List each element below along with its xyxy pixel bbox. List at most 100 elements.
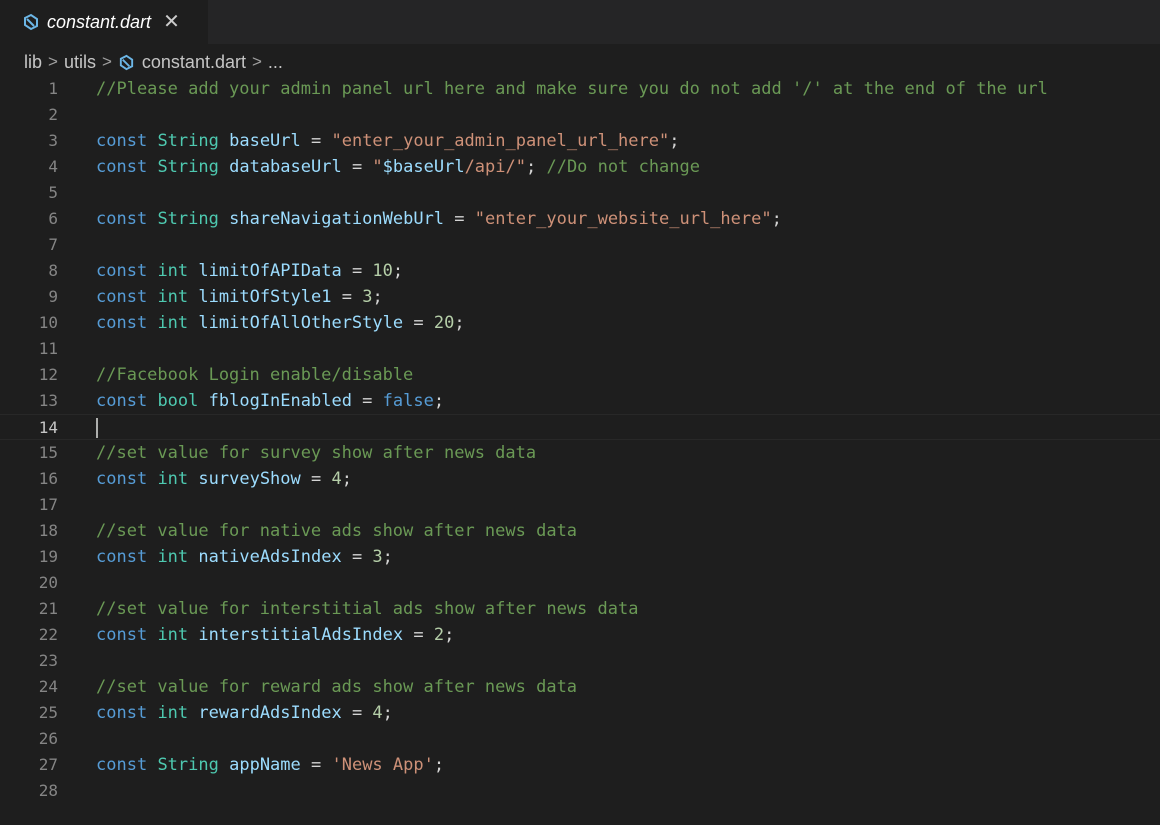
code-text: const String appName = 'News App';: [96, 752, 444, 778]
code-token: shareNavigationWebUrl: [229, 209, 445, 229]
code-line[interactable]: 5: [0, 180, 1160, 206]
code-token: int: [157, 313, 189, 333]
code-token: String: [157, 755, 219, 775]
breadcrumb-item-file[interactable]: constant.dart: [118, 52, 246, 73]
code-line[interactable]: 6 const String shareNavigationWebUrl = "e…: [0, 206, 1160, 232]
code-token: $baseUrl: [382, 157, 465, 177]
code-token: ;: [669, 131, 680, 151]
code-line[interactable]: 16 const int surveyShow = 4;: [0, 466, 1160, 492]
code-line[interactable]: 26: [0, 726, 1160, 752]
code-line[interactable]: 24 //set value for reward ads show after …: [0, 674, 1160, 700]
code-line[interactable]: 11: [0, 336, 1160, 362]
line-number: 26: [38, 729, 58, 748]
code-editor[interactable]: 1 //Please add your admin panel url here …: [0, 76, 1160, 825]
code-line[interactable]: 28: [0, 778, 1160, 804]
code-token: int: [157, 261, 189, 281]
code-token: String: [157, 209, 219, 229]
code-token: 4: [372, 703, 383, 723]
code-token: ;: [771, 209, 782, 229]
code-token: interstitialAdsIndex: [198, 625, 404, 645]
text-cursor: [96, 418, 98, 438]
code-token: const: [96, 157, 148, 177]
code-line[interactable]: 19 const int nativeAdsIndex = 3;: [0, 544, 1160, 570]
code-token: 3: [372, 547, 383, 567]
code-token: ;: [525, 157, 547, 177]
tab-constant-dart[interactable]: constant.dart ✕: [0, 0, 208, 44]
code-text: const String shareNavigationWebUrl = "en…: [96, 206, 782, 232]
code-token: const: [96, 625, 148, 645]
code-text: const String databaseUrl = "$baseUrl/api…: [96, 154, 700, 180]
code-line[interactable]: 1 //Please add your admin panel url here …: [0, 76, 1160, 102]
line-number: 16: [38, 469, 58, 488]
code-line[interactable]: 14: [0, 414, 1160, 440]
line-number: 13: [38, 391, 58, 410]
code-token: ;: [433, 391, 445, 411]
line-number: 5: [48, 183, 58, 202]
code-token: databaseUrl: [229, 157, 342, 177]
code-line[interactable]: 15 //set value for survey show after news…: [0, 440, 1160, 466]
line-number: 28: [38, 781, 58, 800]
code-token: //Do not change: [546, 157, 700, 177]
line-number: 25: [38, 703, 58, 722]
code-line[interactable]: 7: [0, 232, 1160, 258]
code-line[interactable]: 20: [0, 570, 1160, 596]
code-line[interactable]: 8 const int limitOfAPIData = 10;: [0, 258, 1160, 284]
line-number: 1: [48, 79, 58, 98]
code-token: //set value for native ads show after ne…: [96, 521, 578, 541]
code-token: =: [341, 703, 373, 723]
line-number: 2: [48, 105, 58, 124]
code-token: 3: [362, 287, 373, 307]
code-text: const int limitOfStyle1 = 3;: [96, 284, 383, 310]
code-line[interactable]: 3 const String baseUrl = "enter_your_admi…: [0, 128, 1160, 154]
line-number: 27: [38, 755, 58, 774]
code-token: const: [96, 391, 148, 411]
dart-icon: [22, 13, 40, 31]
code-token: rewardAdsIndex: [198, 703, 342, 723]
chevron-right-icon: >: [251, 52, 262, 71]
code-token: false: [382, 391, 434, 411]
code-line[interactable]: 22 const int interstitialAdsIndex = 2;: [0, 622, 1160, 648]
code-line[interactable]: 12 //Facebook Login enable/disable: [0, 362, 1160, 388]
breadcrumb-item-utils[interactable]: utils: [64, 52, 96, 73]
code-token: =: [300, 131, 332, 151]
code-line[interactable]: 13 const bool fblogInEnabled = false;: [0, 388, 1160, 414]
code-line[interactable]: 9 const int limitOfStyle1 = 3;: [0, 284, 1160, 310]
code-text: const int surveyShow = 4;: [96, 466, 352, 492]
code-token: 20: [433, 313, 455, 333]
code-token: ;: [372, 287, 383, 307]
breadcrumb: lib > utils > constant.dart > ...: [24, 49, 283, 75]
code-line[interactable]: 2: [0, 102, 1160, 128]
code-token: ;: [444, 625, 455, 645]
code-line[interactable]: 17: [0, 492, 1160, 518]
breadcrumb-item-symbols[interactable]: ...: [268, 52, 283, 73]
code-line[interactable]: 27 const String appName = 'News App';: [0, 752, 1160, 778]
code-line[interactable]: 23: [0, 648, 1160, 674]
code-token: =: [341, 157, 373, 177]
code-token: ;: [341, 469, 352, 489]
code-line[interactable]: 18 //set value for native ads show after …: [0, 518, 1160, 544]
code-line[interactable]: 21 //set value for interstitial ads show …: [0, 596, 1160, 622]
code-token: int: [157, 547, 189, 567]
breadcrumb-item-lib[interactable]: lib: [24, 52, 42, 73]
code-line[interactable]: 10 const int limitOfAllOtherStyle = 20;: [0, 310, 1160, 336]
close-icon[interactable]: ✕: [163, 12, 180, 32]
code-token: int: [157, 287, 189, 307]
code-text: //set value for interstitial ads show af…: [96, 596, 638, 622]
code-token: =: [300, 755, 332, 775]
line-number: 10: [38, 313, 58, 332]
code-token: const: [96, 755, 148, 775]
code-token: int: [157, 469, 189, 489]
code-line[interactable]: 4 const String databaseUrl = "$baseUrl/ap…: [0, 154, 1160, 180]
code-line[interactable]: 25 const int rewardAdsIndex = 4;: [0, 700, 1160, 726]
